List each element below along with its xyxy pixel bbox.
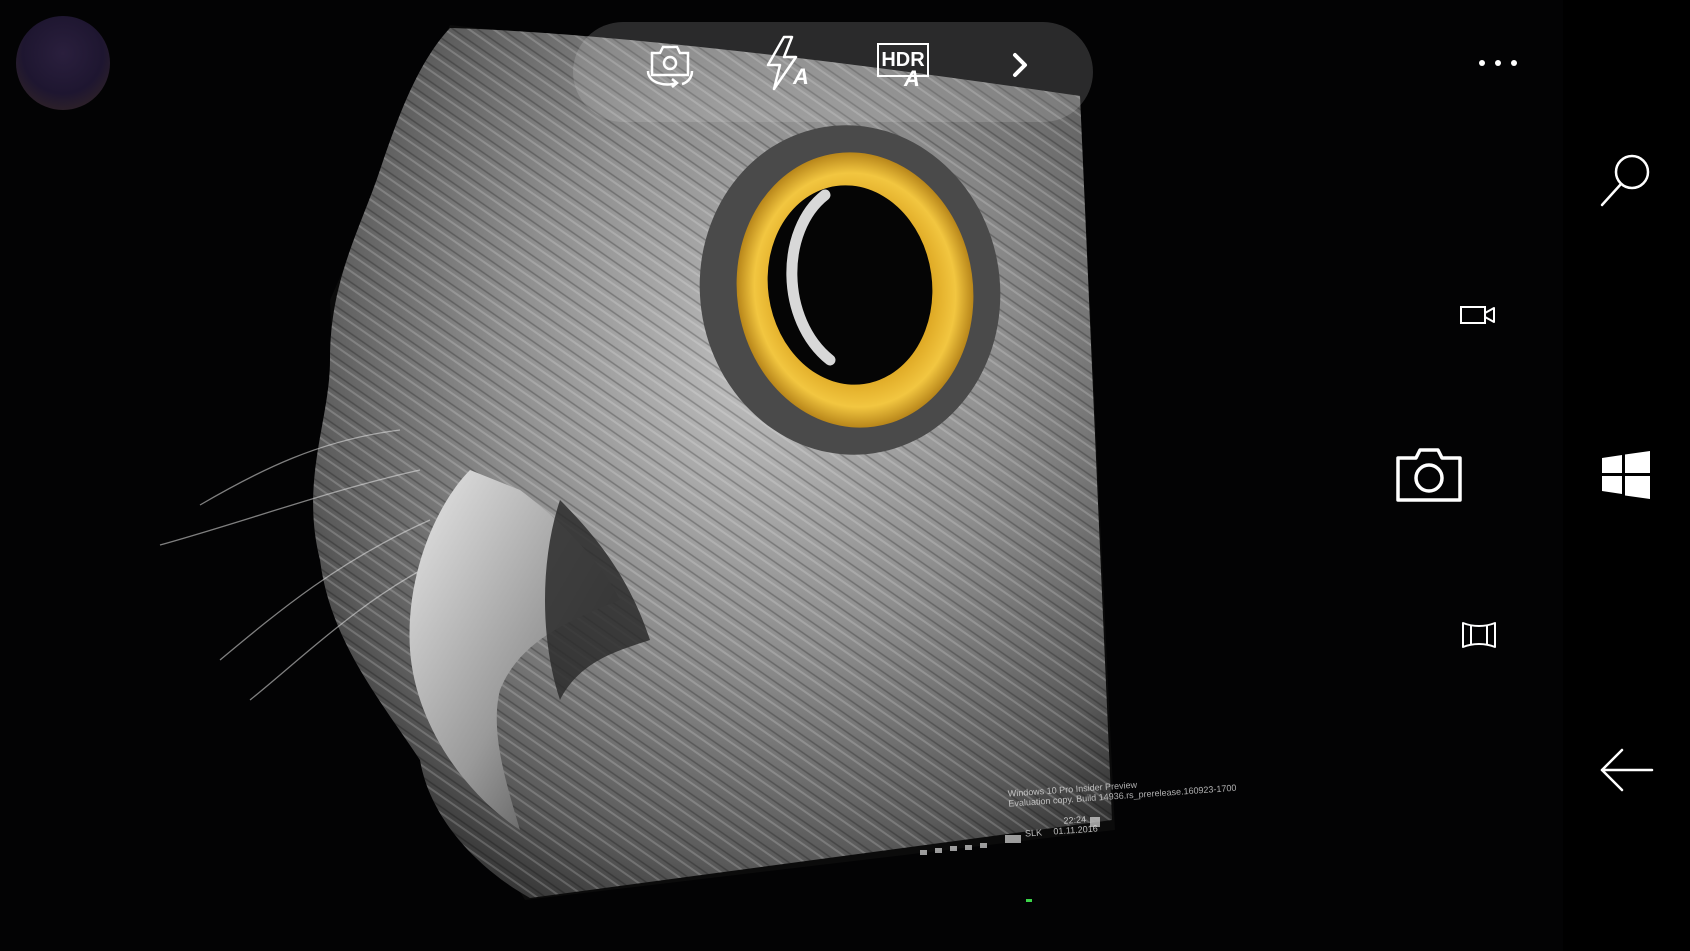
panorama-mode-button[interactable]: [1452, 615, 1506, 655]
nav-back-button[interactable]: [1588, 735, 1664, 805]
last-photo-thumbnail[interactable]: [16, 16, 110, 110]
nav-start-button[interactable]: [1591, 440, 1661, 510]
more-controls-button[interactable]: [1004, 46, 1036, 84]
panorama-icon: [1462, 622, 1496, 648]
nav-search-button[interactable]: [1588, 145, 1664, 215]
hdr-auto-icon: HDR: [877, 43, 929, 77]
flash-button[interactable]: A: [757, 34, 817, 94]
flash-badge: A: [793, 64, 809, 89]
more-menu-button[interactable]: [1468, 46, 1528, 80]
camera-switch-icon: [646, 45, 694, 88]
switch-camera-button[interactable]: [640, 38, 700, 92]
capture-photo-button[interactable]: [1384, 440, 1474, 510]
screen-language: SLK: [1024, 827, 1043, 839]
system-navigation-bar: [1563, 0, 1690, 951]
screen-clock: 22:24 01.11.2016: [1052, 813, 1098, 836]
chevron-right-icon: [1013, 53, 1027, 77]
hdr-badge: A: [904, 66, 920, 91]
ellipsis-icon: [1479, 60, 1517, 66]
back-arrow-icon: [1600, 748, 1654, 792]
windows-logo-icon: [1602, 451, 1650, 499]
video-camera-icon: [1460, 306, 1495, 324]
hdr-button[interactable]: HDR A: [872, 38, 934, 92]
viewfinder-image: [159, 25, 1115, 902]
camera-icon: [1396, 448, 1462, 502]
camera-viewfinder[interactable]: Windows 10 Pro Insider Preview Evaluatio…: [0, 0, 1563, 951]
search-icon: [1600, 154, 1650, 207]
video-mode-button[interactable]: [1450, 295, 1506, 335]
